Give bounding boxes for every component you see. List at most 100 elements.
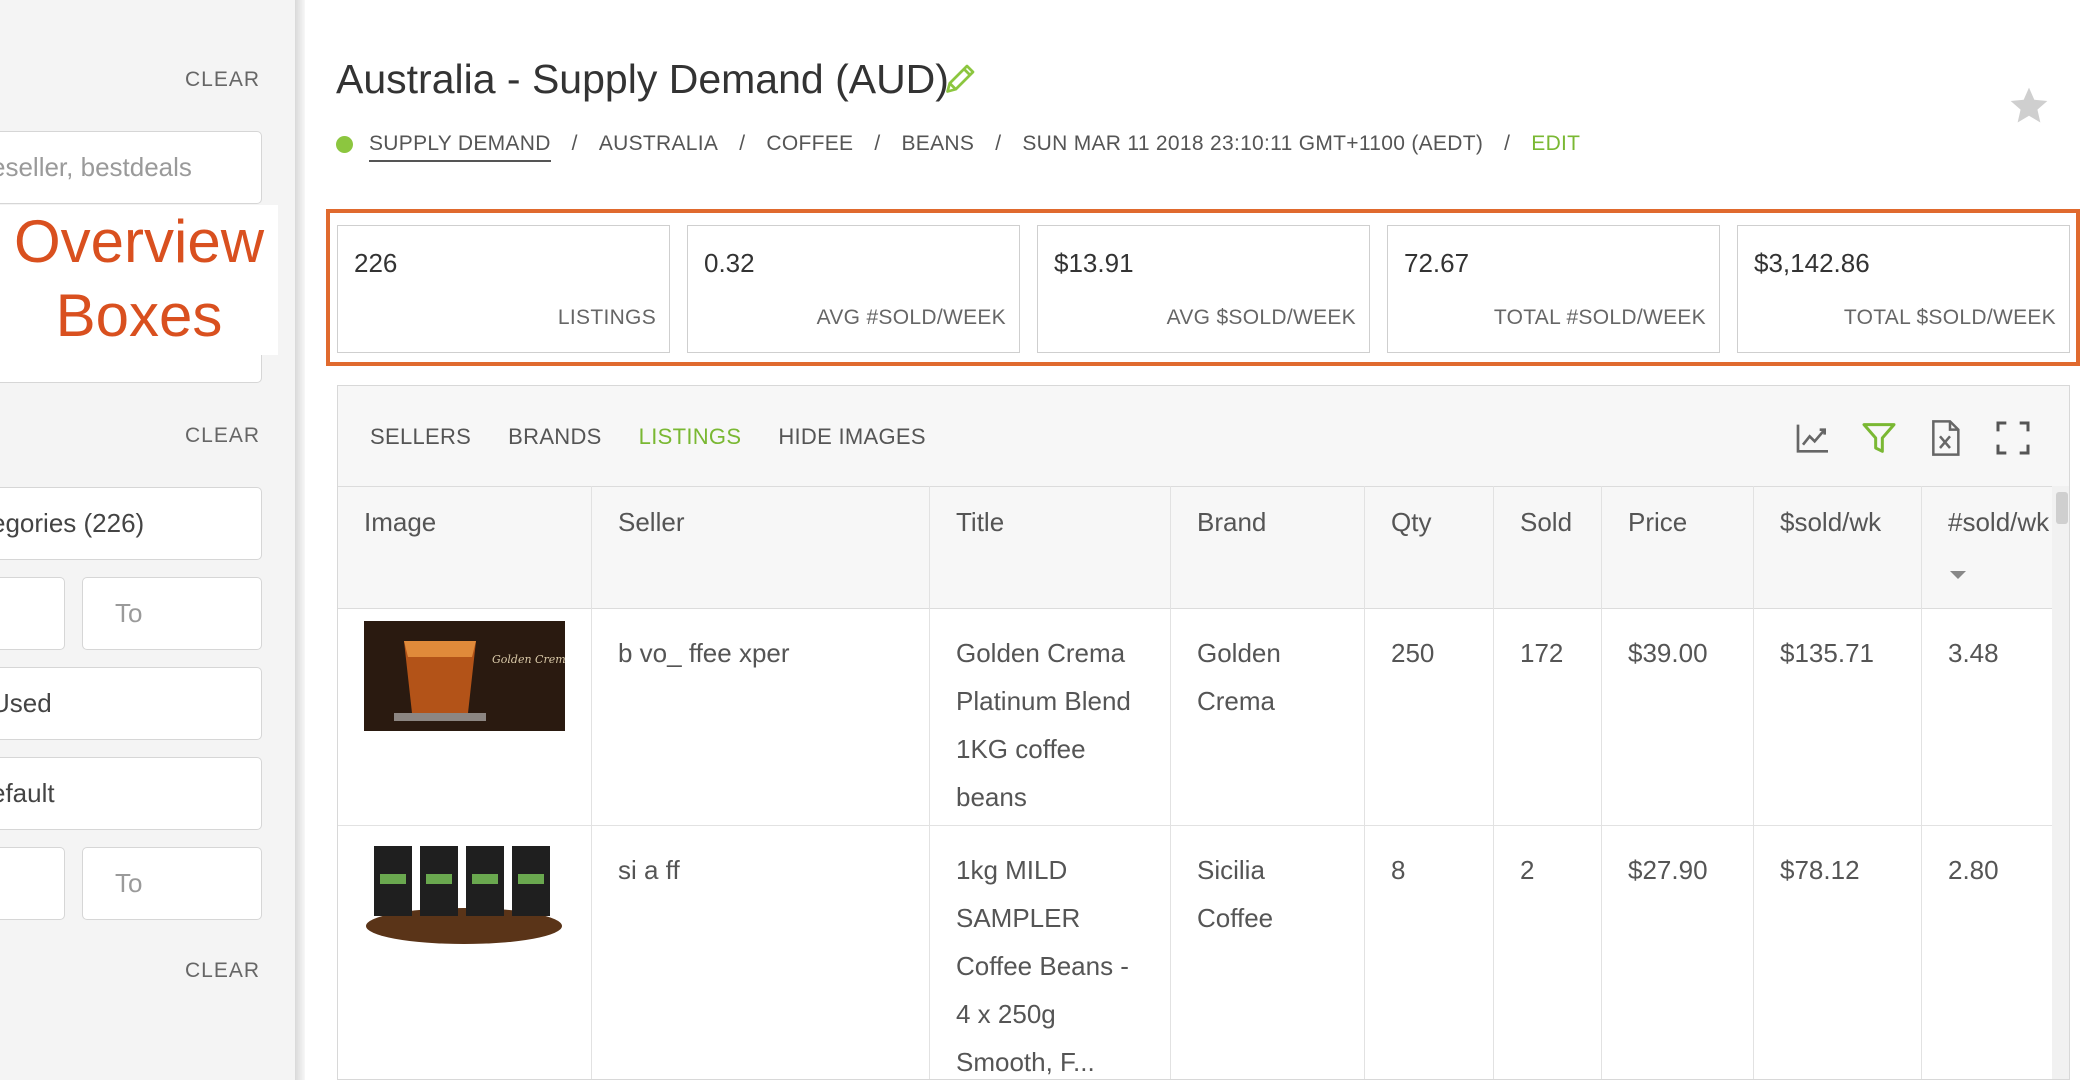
- scrollbar-thumb[interactable]: [2056, 492, 2068, 524]
- fullscreen-icon[interactable]: [1993, 418, 2033, 458]
- breadcrumb-subcategory[interactable]: BEANS: [901, 132, 974, 156]
- breadcrumb-separator: /: [1504, 132, 1511, 155]
- overview-boxes-annotation: Overview Boxes: [0, 205, 278, 355]
- overview-value: $3,142.86: [1754, 248, 1870, 278]
- column-divider: [1601, 486, 1602, 1079]
- title-line: Platinum Blend: [956, 686, 1131, 716]
- overview-label: AVG $SOLD/WEEK: [1166, 306, 1356, 329]
- sold-dollars-wk-cell: $78.12: [1780, 855, 1860, 885]
- excel-export-icon[interactable]: [1925, 418, 1965, 458]
- title-cell[interactable]: 1kg MILD SAMPLER Coffee Beans - 4 x 250g…: [956, 846, 1129, 1079]
- column-header-seller[interactable]: Seller: [618, 507, 684, 538]
- overview-box-avg-sold-count: 0.32 AVG #SOLD/WEEK: [687, 225, 1020, 353]
- coffee-bags-image: [364, 838, 565, 948]
- sort-value: efault: [0, 778, 55, 808]
- listings-panel: SELLERS BRANDS LISTINGS HIDE IMAGES Imag…: [337, 385, 2070, 1080]
- tab-sellers[interactable]: SELLERS: [370, 424, 471, 450]
- column-header-brand[interactable]: Brand: [1197, 507, 1266, 538]
- tab-hide-images[interactable]: HIDE IMAGES: [778, 424, 926, 450]
- sold-cell: 2: [1520, 855, 1535, 885]
- title-line: Golden Crema: [956, 638, 1126, 668]
- overview-box-listings: 226 LISTINGS: [337, 225, 670, 353]
- overview-value: 72.67: [1404, 248, 1470, 278]
- column-header-title[interactable]: Title: [956, 507, 1004, 538]
- condition-select[interactable]: Used: [0, 667, 262, 740]
- price-cell: $27.90: [1628, 855, 1708, 885]
- overview-box-total-sold-count: 72.67 TOTAL #SOLD/WEEK: [1387, 225, 1720, 353]
- line-chart-icon[interactable]: [1793, 418, 1833, 458]
- column-divider: [1493, 486, 1494, 1079]
- seller-search-input[interactable]: eseller, bestdeals: [0, 131, 262, 204]
- title-line: 1KG coffee: [956, 734, 1086, 764]
- brand-cell: Golden Crema: [1197, 629, 1281, 725]
- breadcrumb-separator: /: [739, 132, 746, 155]
- clear-filter-link[interactable]: CLEAR: [185, 68, 260, 92]
- brand-line: Golden: [1197, 638, 1281, 668]
- qty-cell: 250: [1391, 638, 1435, 668]
- range2-to-input[interactable]: To: [82, 847, 262, 920]
- categories-value: egories (226): [0, 508, 145, 538]
- overview-value: 0.32: [704, 248, 755, 278]
- overview-box-total-sold-dollars: $3,142.86 TOTAL $SOLD/WEEK: [1737, 225, 2070, 353]
- title-line: 1kg MILD: [956, 855, 1068, 885]
- qty-cell: 8: [1391, 855, 1406, 885]
- brand-cell: Sicilia Coffee: [1197, 846, 1273, 942]
- clear-filter-link-3[interactable]: CLEAR: [185, 959, 260, 983]
- title-line: Smooth, F...: [956, 1047, 1095, 1077]
- overview-label: TOTAL $SOLD/WEEK: [1843, 306, 2056, 329]
- column-header-image[interactable]: Image: [364, 507, 436, 538]
- sidebar-divider: [295, 0, 305, 1080]
- filter-icon[interactable]: [1859, 418, 1899, 458]
- range1-to-placeholder: To: [115, 598, 143, 628]
- tab-brands[interactable]: BRANDS: [508, 424, 602, 450]
- seller-cell[interactable]: si a ff: [618, 846, 680, 894]
- range1-to-input[interactable]: To: [82, 577, 262, 650]
- column-header-price[interactable]: Price: [1628, 507, 1687, 538]
- breadcrumb-edit-link[interactable]: EDIT: [1531, 132, 1580, 156]
- condition-value: Used: [0, 688, 52, 718]
- table-row[interactable]: Golden Crema b vo_ ffee xper Golden Crem…: [338, 609, 2052, 826]
- sold-cell: 172: [1520, 638, 1564, 668]
- annotation-line-1: Overview: [13, 208, 265, 275]
- sold-dollars-wk-cell: $135.71: [1780, 638, 1874, 668]
- sold-count-wk-cell: 2.80: [1948, 855, 1999, 885]
- favorite-star-icon[interactable]: [2007, 84, 2051, 128]
- column-divider: [1170, 486, 1171, 1079]
- breadcrumb-timestamp: SUN MAR 11 2018 23:10:11 GMT+1100 (AEDT): [1022, 132, 1484, 155]
- categories-select[interactable]: egories (226): [0, 487, 262, 560]
- column-divider: [1364, 486, 1365, 1079]
- price-cell: $39.00: [1628, 638, 1708, 668]
- column-divider: [1921, 486, 1922, 1079]
- range1-from-input[interactable]: [0, 577, 65, 650]
- column-header-qty[interactable]: Qty: [1391, 507, 1431, 538]
- tab-listings[interactable]: LISTINGS: [639, 424, 742, 450]
- brand-line: Coffee: [1197, 903, 1274, 933]
- table-header: Image Seller Title Brand Qty Sold Price …: [338, 486, 2052, 609]
- breadcrumb-category[interactable]: COFFEE: [766, 132, 853, 156]
- sort-select[interactable]: efault: [0, 757, 262, 830]
- column-header-sold[interactable]: Sold: [1520, 507, 1572, 538]
- seller-cell[interactable]: b vo_ ffee xper: [618, 629, 790, 677]
- espresso-shot-image: Golden Crema: [364, 621, 565, 731]
- clear-filter-link-2[interactable]: CLEAR: [185, 424, 260, 448]
- overview-box-avg-sold-dollars: $13.91 AVG $SOLD/WEEK: [1037, 225, 1370, 353]
- column-header-sold-count-wk[interactable]: #sold/wk: [1948, 507, 2049, 538]
- sold-count-wk-cell: 3.48: [1948, 638, 1999, 668]
- range2-from-input[interactable]: [0, 847, 65, 920]
- breadcrumb-supply-demand[interactable]: SUPPLY DEMAND: [369, 132, 551, 162]
- table-scrollbar[interactable]: [2052, 486, 2069, 1079]
- title-line: SAMPLER: [956, 903, 1081, 933]
- table-row[interactable]: si a ff 1kg MILD SAMPLER Coffee Beans - …: [338, 826, 2052, 1079]
- edit-title-pencil-icon[interactable]: [943, 60, 979, 96]
- seller-search-placeholder: eseller, bestdeals: [0, 152, 192, 182]
- breadcrumb-country[interactable]: AUSTRALIA: [599, 132, 718, 156]
- title-cell[interactable]: Golden Crema Platinum Blend 1KG coffee b…: [956, 629, 1131, 821]
- title-line: beans: [956, 782, 1027, 812]
- column-divider: [929, 486, 930, 1079]
- breadcrumb-separator: /: [995, 132, 1002, 155]
- column-header-sold-dollars-wk[interactable]: $sold/wk: [1780, 507, 1881, 538]
- page-title: Australia - Supply Demand (AUD): [336, 56, 949, 102]
- column-divider: [591, 486, 592, 1079]
- sort-descending-icon[interactable]: [1950, 571, 1966, 579]
- overview-label: LISTINGS: [557, 306, 656, 329]
